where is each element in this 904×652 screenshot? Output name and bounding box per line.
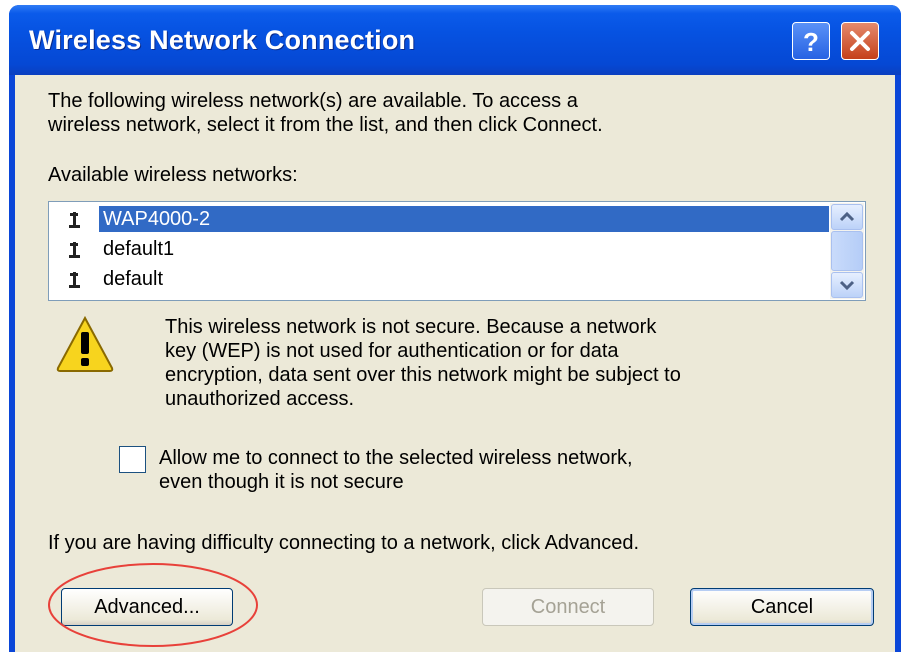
allow-insecure-label-2[interactable]: even though it is not secure xyxy=(159,470,404,494)
window-title: Wireless Network Connection xyxy=(29,25,416,55)
warning-line-4: unauthorized access. xyxy=(165,388,355,410)
warning-triangle-icon xyxy=(56,315,114,372)
close-button[interactable] xyxy=(841,22,879,60)
dialog-body: The following wireless network(s) are av… xyxy=(15,75,895,652)
list-item-wap4000-2[interactable]: WAP4000-2 xyxy=(51,204,829,234)
help-icon: ? xyxy=(803,27,819,57)
title-bar[interactable]: Wireless Network Connection ? xyxy=(9,5,901,75)
allow-insecure-label-1[interactable]: Allow me to connect to the selected wire… xyxy=(159,446,633,470)
help-text: If you are having difficulty connecting … xyxy=(48,532,640,554)
chevron-down-icon xyxy=(839,280,855,291)
networks-label: Available wireless networks: xyxy=(48,164,298,186)
list-item-default[interactable]: default xyxy=(51,264,829,294)
help-button[interactable]: ? xyxy=(792,22,830,60)
highlight-ellipse-annotation xyxy=(48,563,258,647)
wireless-network-icon xyxy=(69,272,80,288)
network-name: WAP4000-2 xyxy=(99,206,829,232)
scroll-thumb[interactable] xyxy=(831,231,863,271)
chevron-up-icon xyxy=(839,211,855,222)
wireless-network-icon xyxy=(69,242,80,258)
intro-line-2: wireless network, select it from the lis… xyxy=(48,114,603,136)
intro-line-1: The following wireless network(s) are av… xyxy=(48,90,578,112)
allow-insecure-checkbox[interactable] xyxy=(119,446,146,473)
warning-line-3: encryption, data sent over this network … xyxy=(165,364,681,386)
cancel-button[interactable]: Cancel xyxy=(690,588,874,626)
warning-line-1: This wireless network is not secure. Bec… xyxy=(165,316,657,338)
network-name: default xyxy=(103,268,164,290)
scroll-down-button[interactable] xyxy=(831,272,863,298)
close-icon xyxy=(850,31,870,51)
scroll-up-button[interactable] xyxy=(831,204,863,230)
dialog-window: Wireless Network Connection ? The follow… xyxy=(9,5,901,652)
wireless-network-icon xyxy=(69,212,80,228)
network-list[interactable]: WAP4000-2 default1 default xyxy=(48,201,866,301)
list-scrollbar[interactable] xyxy=(830,203,864,299)
network-name: default1 xyxy=(103,238,175,260)
connect-button[interactable]: Connect xyxy=(482,588,654,626)
list-item-default1[interactable]: default1 xyxy=(51,234,829,264)
warning-line-2: key (WEP) is not used for authentication… xyxy=(165,340,619,362)
svg-text:?: ? xyxy=(803,27,819,57)
